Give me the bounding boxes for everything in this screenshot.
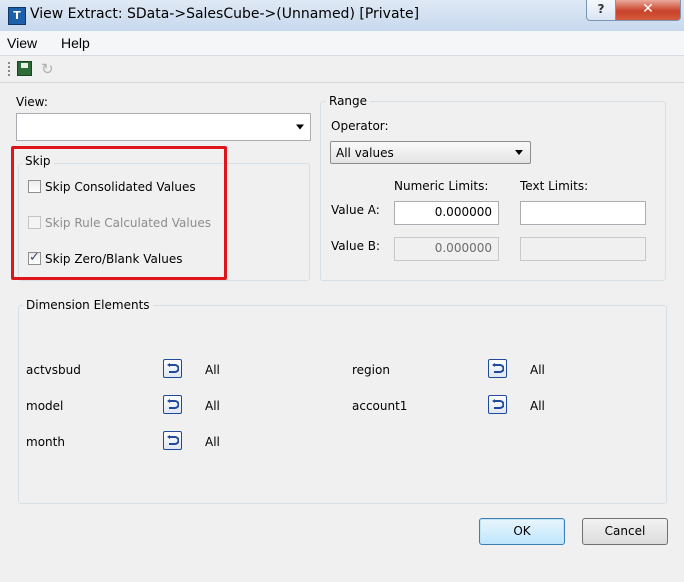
menu-help[interactable]: Help (61, 35, 90, 51)
view-label: View: (16, 95, 48, 109)
window-title: View Extract: SData->SalesCube->(Unnamed… (30, 6, 420, 22)
numeric-limits-label: Numeric Limits: (394, 179, 489, 193)
operator-combobox[interactable]: All values (330, 141, 531, 164)
dimension-name: actvsbud (26, 363, 81, 377)
subset-editor-icon[interactable] (488, 395, 507, 414)
operator-label: Operator: (331, 119, 389, 133)
dimension-value: All (530, 399, 545, 413)
chevron-down-icon[interactable] (296, 124, 304, 130)
subset-editor-icon[interactable] (488, 359, 507, 378)
value-a-numeric-input[interactable]: 0.000000 (394, 201, 499, 225)
app-icon: T (8, 7, 26, 25)
range-group-title: Range (326, 94, 371, 108)
operator-value: All values (336, 146, 394, 160)
value-a-text-input[interactable] (520, 201, 646, 225)
save-icon[interactable] (17, 61, 32, 76)
chevron-down-icon[interactable] (515, 150, 523, 155)
close-button[interactable]: ✕ (615, 0, 681, 21)
subset-editor-icon[interactable] (163, 359, 182, 378)
subset-editor-icon[interactable] (163, 431, 182, 450)
dimension-name: month (26, 435, 65, 449)
toolbar-grip[interactable] (8, 62, 13, 76)
value-b-numeric-input: 0.000000 (394, 237, 499, 261)
dimension-elements-group (18, 305, 667, 504)
subset-editor-icon[interactable] (163, 395, 182, 414)
toolbar: ↻ (0, 56, 684, 83)
dimension-value: All (205, 363, 220, 377)
help-button[interactable]: ? (586, 0, 616, 21)
cancel-button[interactable]: Cancel (582, 518, 668, 545)
dimension-name: region (352, 363, 390, 377)
title-bar: T View Extract: SData->SalesCube->(Unnam… (0, 0, 684, 32)
dimension-value: All (530, 363, 545, 377)
value-b-text-input (520, 237, 646, 261)
menu-view[interactable]: View (7, 35, 37, 51)
dimension-name: account1 (352, 399, 408, 413)
ok-button[interactable]: OK (479, 518, 565, 545)
skip-highlight-box (11, 146, 227, 280)
menu-bar: View Help (0, 31, 684, 56)
value-b-label: Value B: (331, 239, 381, 253)
view-combobox[interactable] (16, 113, 311, 141)
undo-icon[interactable]: ↻ (41, 60, 54, 78)
value-a-label: Value A: (331, 203, 380, 217)
dimension-elements-title: Dimension Elements (23, 298, 153, 312)
dimension-value: All (205, 399, 220, 413)
dimension-value: All (205, 435, 220, 449)
dimension-name: model (26, 399, 64, 413)
text-limits-label: Text Limits: (520, 179, 589, 193)
dialog-content: View: Skip Skip Consolidated Values Skip… (0, 83, 684, 582)
